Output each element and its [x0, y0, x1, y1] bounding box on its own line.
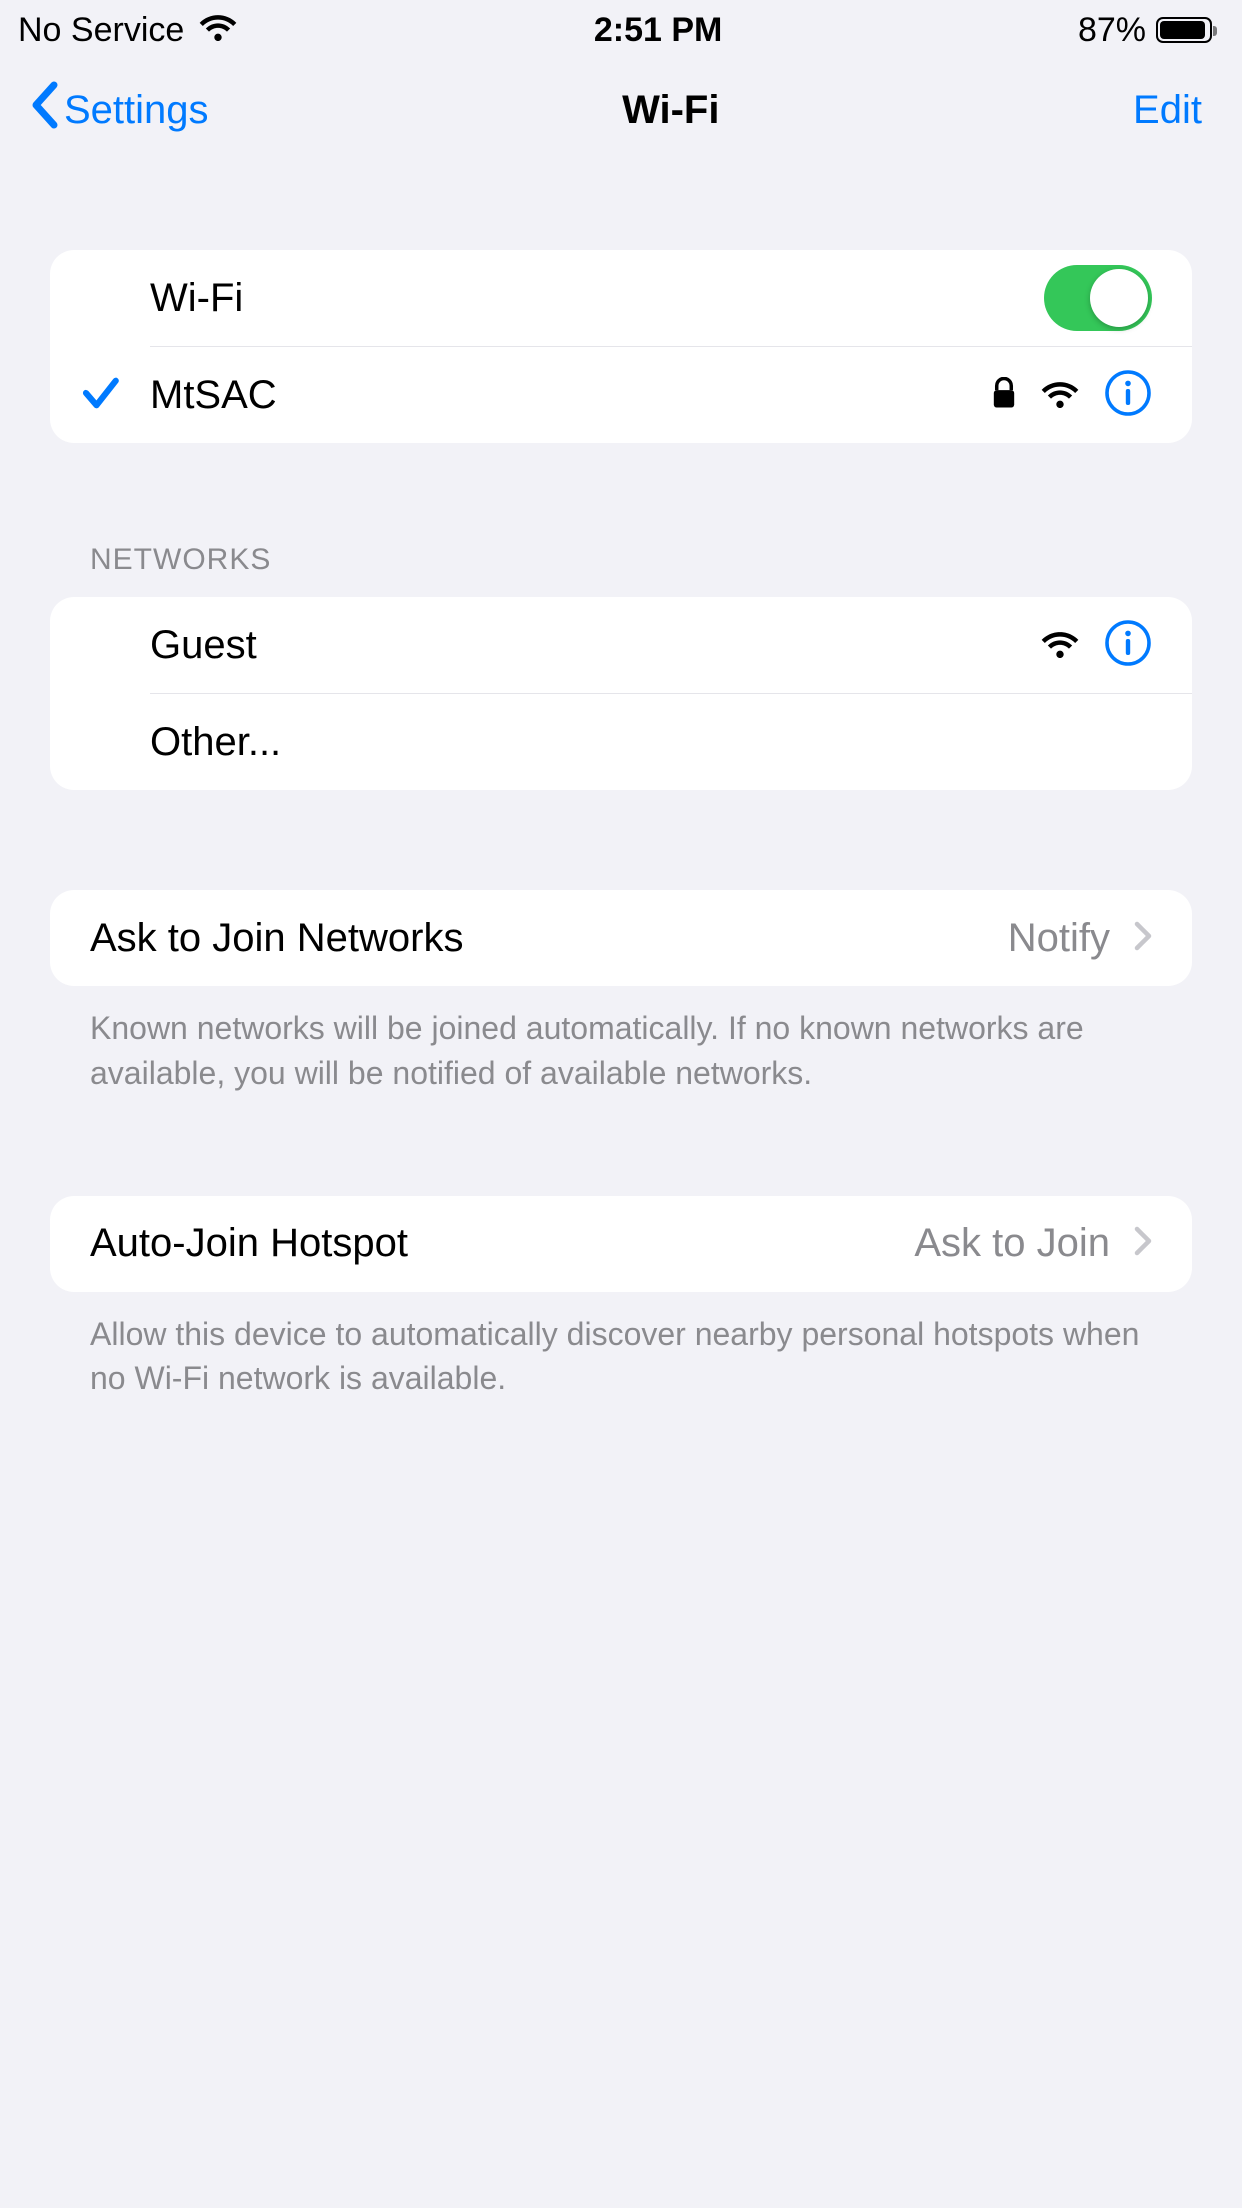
- wifi-signal-icon: [1040, 628, 1080, 663]
- auto-join-value: Ask to Join: [914, 1221, 1110, 1266]
- battery-icon: [1156, 17, 1212, 43]
- networks-header: NETWORKS: [50, 543, 1192, 597]
- nav-bar: Settings Wi-Fi Edit: [0, 60, 1242, 160]
- info-icon[interactable]: [1104, 369, 1152, 422]
- chevron-right-icon: [1134, 921, 1152, 956]
- auto-join-row[interactable]: Auto-Join Hotspot Ask to Join: [50, 1196, 1192, 1292]
- ask-join-label: Ask to Join Networks: [90, 916, 1008, 961]
- wifi-toggle-row: Wi-Fi: [50, 250, 1192, 346]
- info-icon[interactable]: [1104, 619, 1152, 672]
- connected-network-name: MtSAC: [150, 373, 992, 418]
- connected-network-row[interactable]: MtSAC: [50, 347, 1192, 443]
- status-left: No Service: [18, 11, 238, 50]
- ask-join-row[interactable]: Ask to Join Networks Notify: [50, 890, 1192, 986]
- carrier-label: No Service: [18, 11, 184, 50]
- battery-pct-label: 87%: [1078, 11, 1146, 50]
- auto-join-label: Auto-Join Hotspot: [90, 1221, 914, 1266]
- wifi-toggle[interactable]: [1044, 265, 1152, 331]
- auto-join-group: Auto-Join Hotspot Ask to Join: [50, 1196, 1192, 1292]
- wifi-status-icon: [198, 11, 238, 50]
- chevron-left-icon: [30, 81, 58, 139]
- status-time: 2:51 PM: [594, 11, 723, 50]
- page-title: Wi-Fi: [622, 88, 719, 133]
- status-bar: No Service 2:51 PM 87%: [0, 0, 1242, 60]
- wifi-signal-icon: [1040, 378, 1080, 413]
- chevron-right-icon: [1134, 1226, 1152, 1261]
- network-other-label: Other...: [150, 720, 1152, 765]
- networks-group: Guest Other...: [50, 597, 1192, 790]
- ask-join-value: Notify: [1008, 916, 1110, 961]
- network-name: Guest: [150, 623, 1040, 668]
- auto-join-footer: Allow this device to automatically disco…: [50, 1292, 1192, 1402]
- lock-icon: [992, 377, 1016, 414]
- ask-join-footer: Known networks will be joined automatica…: [50, 986, 1192, 1096]
- wifi-group: Wi-Fi MtSAC: [50, 250, 1192, 443]
- status-right: 87%: [1078, 11, 1212, 50]
- edit-button[interactable]: Edit: [1133, 88, 1202, 133]
- network-row-other[interactable]: Other...: [50, 694, 1192, 790]
- wifi-toggle-label: Wi-Fi: [150, 276, 1044, 321]
- back-button[interactable]: Settings: [30, 81, 209, 139]
- network-row-guest[interactable]: Guest: [50, 597, 1192, 693]
- back-label: Settings: [64, 88, 209, 133]
- checkmark-icon: [79, 372, 121, 419]
- ask-join-group: Ask to Join Networks Notify: [50, 890, 1192, 986]
